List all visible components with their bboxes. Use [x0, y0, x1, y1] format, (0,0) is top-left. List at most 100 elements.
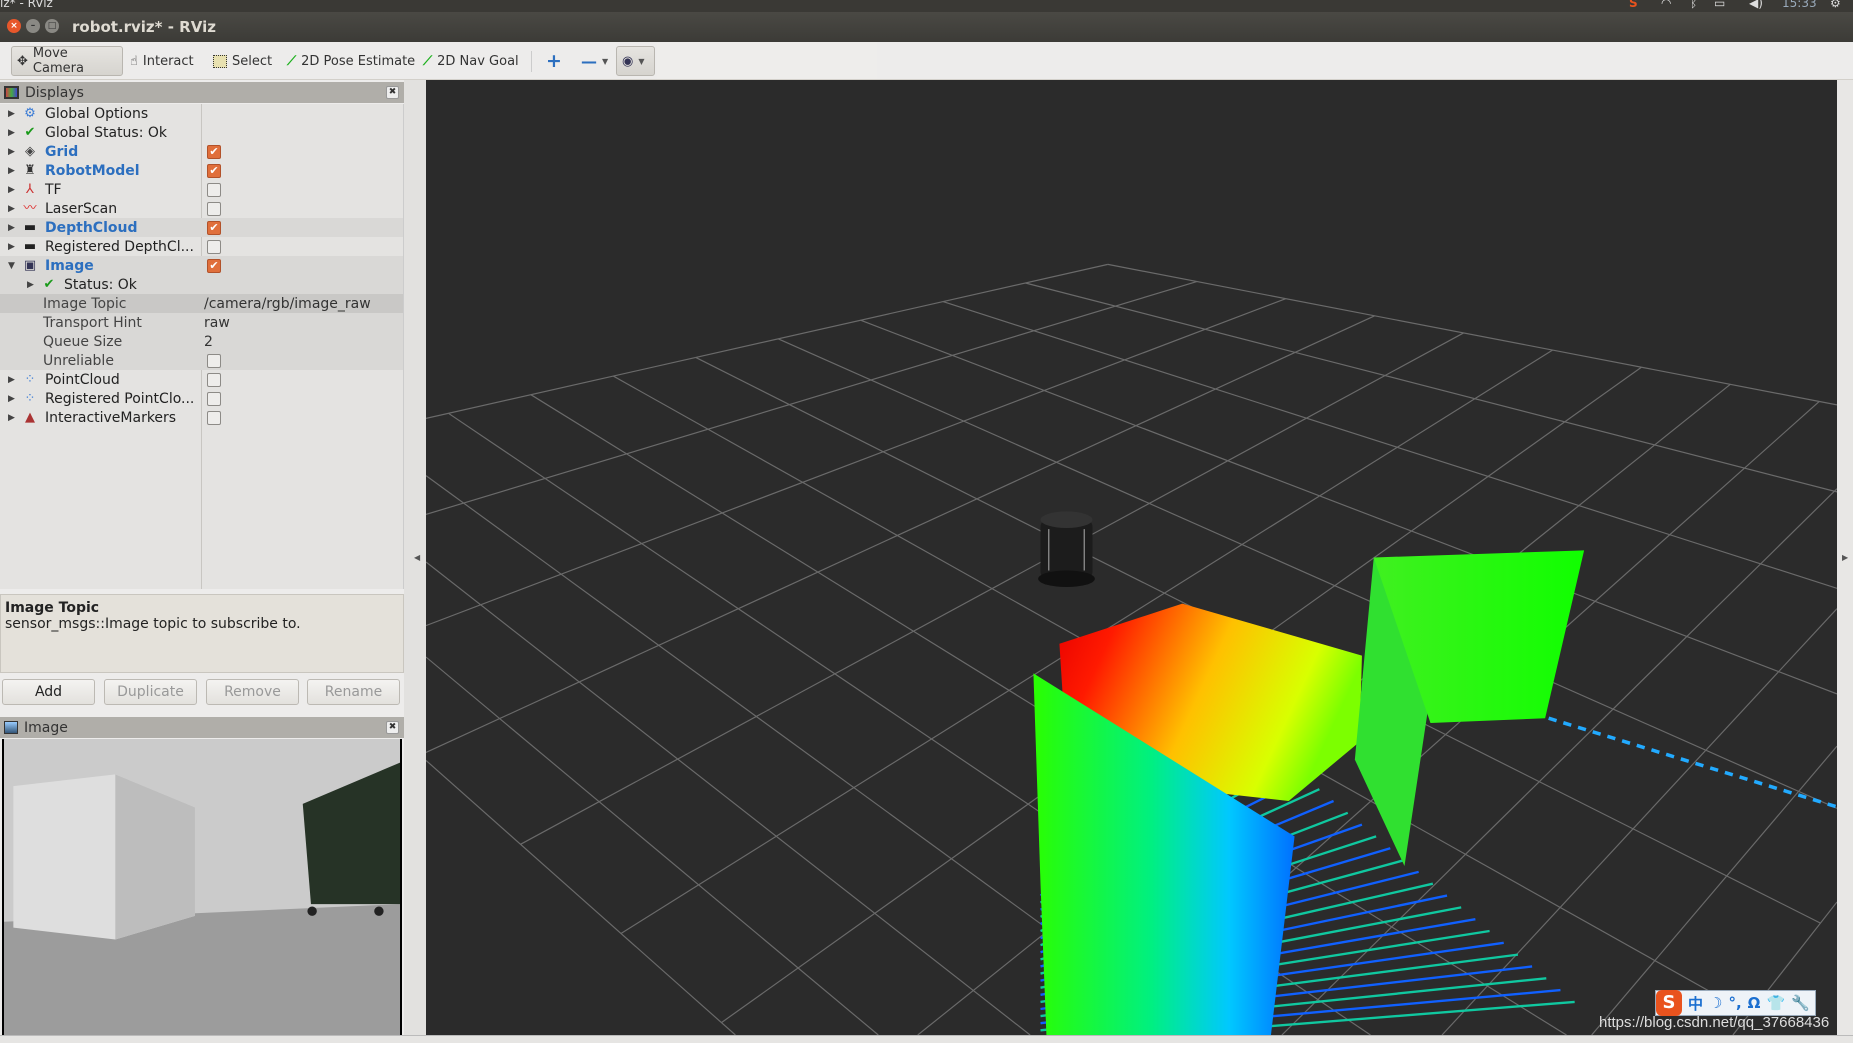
3d-scene[interactable]	[426, 80, 1837, 1035]
close-window-button[interactable]: ×	[7, 19, 21, 33]
2d-nav-goal-tool[interactable]: ⟋ 2D Nav Goal	[418, 46, 524, 76]
display-item[interactable]: ▶ ✔ Status: Ok	[0, 275, 403, 295]
display-item[interactable]: ▶ 〰 LaserScan	[0, 199, 403, 218]
minimize-window-button[interactable]: –	[26, 19, 40, 33]
ime-toolbar[interactable]: S 中 ☽ °, Ω 👕 🔧	[1655, 990, 1816, 1016]
skin-icon[interactable]: 👕	[1766, 994, 1785, 1012]
right-dock-edge[interactable]: ▶	[1837, 80, 1853, 1035]
display-item[interactable]: ▶ ⚙ Global Options	[0, 104, 403, 123]
check-icon: ✔	[43, 276, 55, 292]
property-value[interactable]: raw	[204, 315, 230, 331]
punctuation-icon[interactable]: °,	[1728, 994, 1741, 1012]
close-icon[interactable]: ✖	[386, 721, 399, 734]
expand-right-icon[interactable]: ▶	[8, 128, 15, 138]
enable-checkbox[interactable]: ✔	[207, 144, 221, 159]
wrench-icon[interactable]: 🔧	[1791, 994, 1810, 1012]
window-title: robot.rviz* - RViz	[72, 18, 216, 36]
move-camera-tool[interactable]: ✥ Move Camera	[11, 46, 123, 76]
display-item[interactable]: ▶ ⁘ Registered PointClo...	[0, 389, 403, 408]
watermark: https://blog.csdn.net/qq_37668436	[1599, 1014, 1830, 1031]
property-row[interactable]: Transport Hint raw	[0, 313, 403, 333]
enable-checkbox[interactable]	[207, 410, 221, 425]
sogou-icon[interactable]: S	[1629, 0, 1638, 10]
maximize-window-button[interactable]: □	[45, 19, 59, 33]
enable-checkbox[interactable]	[207, 182, 221, 197]
remove-button[interactable]: Remove	[206, 679, 299, 705]
moon-icon[interactable]: ☽	[1709, 994, 1722, 1012]
omega-icon[interactable]: Ω	[1748, 994, 1761, 1012]
enable-checkbox[interactable]	[207, 372, 221, 387]
grid-line	[426, 298, 1286, 627]
kinect-icon: ▬	[23, 219, 37, 235]
ime-chinese-toggle[interactable]: 中	[1688, 993, 1703, 1014]
property-row[interactable]: Queue Size 2	[0, 332, 403, 352]
expand-right-icon[interactable]: ▶	[1842, 553, 1848, 562]
camera-image	[4, 739, 400, 1035]
expand-right-icon[interactable]: ▶	[8, 185, 15, 195]
duplicate-button[interactable]: Duplicate	[104, 679, 197, 705]
item-label: Registered DepthCl...	[45, 238, 194, 255]
grid-icon: ◈	[25, 143, 35, 159]
volume-icon[interactable]: ◀)	[1749, 0, 1763, 10]
expand-right-icon[interactable]: ▶	[8, 166, 15, 176]
interact-tool[interactable]: ☝ Interact	[125, 46, 199, 76]
item-label: DepthCloud	[45, 219, 138, 236]
displays-tree[interactable]: ▶ ⚙ Global Options ▶ ✔ Global Status: Ok ▶ ◈ Gri…	[0, 104, 404, 589]
kinect-icon: ▬	[23, 238, 37, 254]
display-item[interactable]: ▶ ⁘ PointCloud	[0, 370, 403, 389]
expand-right-icon[interactable]: ▶	[8, 109, 15, 119]
display-item[interactable]: ▶ ◈ Grid ✔	[0, 142, 403, 161]
expand-right-icon[interactable]: ▶	[27, 280, 34, 290]
close-icon[interactable]: ✖	[386, 86, 399, 99]
display-item[interactable]: ▶ ▬ DepthCloud ✔	[0, 218, 403, 238]
enable-checkbox[interactable]: ✔	[207, 258, 221, 273]
enable-checkbox[interactable]	[207, 391, 221, 406]
enable-checkbox[interactable]	[207, 353, 221, 368]
2d-pose-estimate-tool[interactable]: ⟋ 2D Pose Estimate	[282, 46, 420, 76]
bluetooth-icon[interactable]: ᛒ	[1690, 0, 1697, 10]
item-label: Queue Size	[43, 333, 123, 350]
gear-icon[interactable]: ⚙	[1830, 0, 1841, 10]
robot	[1038, 511, 1095, 588]
collapse-left-icon[interactable]: ◀	[414, 553, 420, 562]
battery-icon[interactable]: ▭	[1714, 0, 1725, 10]
property-value[interactable]: /camera/rgb/image_raw	[204, 296, 371, 312]
clock[interactable]: 15:33	[1782, 0, 1817, 10]
minus-icon[interactable]: — ▼	[576, 46, 613, 76]
select-tool[interactable]: Select	[208, 46, 277, 76]
axes-icon: ⅄	[26, 181, 34, 197]
sogou-icon[interactable]: S	[1656, 990, 1682, 1016]
display-item[interactable]: ▶ ⅄ TF	[0, 180, 403, 199]
expand-right-icon[interactable]: ▶	[8, 375, 15, 385]
select-icon	[213, 54, 227, 68]
enable-checkbox[interactable]: ✔	[207, 220, 221, 235]
expand-right-icon[interactable]: ▶	[8, 204, 15, 214]
property-row[interactable]: Image Topic/camera/rgb/image_raw	[0, 294, 403, 314]
grid-line	[426, 561, 1031, 1035]
enable-checkbox[interactable]	[207, 201, 221, 216]
display-item[interactable]: ▶ ♜ RobotModel ✔	[0, 161, 403, 180]
property-value[interactable]: 2	[204, 334, 213, 350]
property-row[interactable]: Unreliable	[0, 351, 403, 371]
plus-icon[interactable]: +	[541, 46, 567, 76]
dock-splitter[interactable]: ◀	[404, 80, 426, 1035]
expand-right-icon[interactable]: ▶	[8, 242, 15, 252]
display-item[interactable]: ▶ ▬ Registered DepthCl...	[0, 237, 403, 256]
expand-right-icon[interactable]: ▶	[8, 147, 15, 157]
enable-checkbox[interactable]: ✔	[207, 163, 221, 178]
add-button[interactable]: Add	[2, 679, 95, 705]
display-item[interactable]: ▶ ▲ InteractiveMarkers	[0, 408, 403, 427]
wifi-icon[interactable]: ◠	[1661, 0, 1671, 10]
item-label: Global Options	[45, 105, 149, 122]
display-item[interactable]: ▼ ▣ Image ✔	[0, 256, 403, 276]
rename-button[interactable]: Rename	[307, 679, 400, 705]
expand-right-icon[interactable]: ▶	[8, 413, 15, 423]
eye-icon[interactable]: ◉ ▼	[616, 46, 655, 76]
item-label: Status: Ok	[64, 276, 137, 293]
expand-right-icon[interactable]: ▶	[8, 394, 15, 404]
3d-viewport[interactable]	[426, 80, 1837, 1035]
display-item[interactable]: ▶ ✔ Global Status: Ok	[0, 123, 403, 142]
enable-checkbox[interactable]	[207, 239, 221, 254]
expand-right-icon[interactable]: ▶	[8, 223, 15, 233]
expand-down-icon[interactable]: ▼	[8, 261, 15, 271]
